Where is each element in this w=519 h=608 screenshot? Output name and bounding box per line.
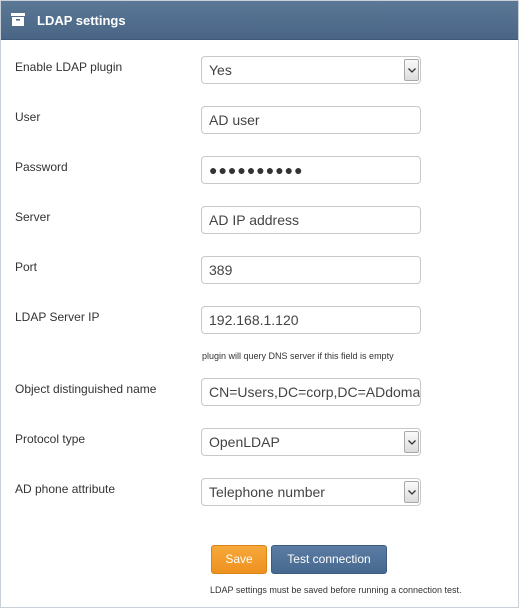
ldap-server-ip-hint: plugin will query DNS server if this fie… [202, 351, 394, 361]
save-button[interactable]: Save [211, 545, 267, 574]
protocol-type-value: OpenLDAP [209, 434, 280, 450]
enable-ldap-select[interactable]: Yes [201, 56, 421, 84]
user-label: User [15, 110, 41, 124]
port-input[interactable]: 389 [201, 256, 421, 284]
password-input[interactable]: ●●●●●●●●●● [201, 156, 421, 184]
user-input[interactable]: AD user [201, 106, 421, 134]
server-label: Server [15, 210, 51, 224]
save-before-test-note: LDAP settings must be saved before runni… [210, 585, 462, 595]
archive-box-icon [11, 13, 25, 26]
dn-input[interactable]: CN=Users,DC=corp,DC=ADdomain [201, 378, 421, 406]
ad-phone-attribute-select[interactable]: Telephone number [201, 478, 421, 506]
server-input[interactable]: AD IP address [201, 206, 421, 234]
ldap-server-ip-label: LDAP Server IP [15, 310, 100, 324]
chevron-down-icon[interactable] [404, 59, 419, 81]
dn-label: Object distinguished name [15, 382, 157, 396]
ldap-settings-panel: LDAP settings Enable LDAP plugin Yes Use… [0, 0, 519, 608]
password-label: Password [15, 160, 68, 174]
ad-phone-attribute-value: Telephone number [209, 484, 325, 500]
panel-title: LDAP settings [37, 13, 126, 28]
ldap-server-ip-input[interactable]: 192.168.1.120 [201, 306, 421, 334]
protocol-type-label: Protocol type [15, 432, 86, 446]
port-label: Port [15, 260, 38, 274]
enable-ldap-label: Enable LDAP plugin [15, 60, 123, 74]
ad-phone-attribute-label: AD phone attribute [15, 482, 116, 496]
panel-header: LDAP settings [1, 1, 518, 40]
enable-ldap-value: Yes [209, 62, 232, 78]
chevron-down-icon[interactable] [404, 481, 419, 503]
test-connection-button[interactable]: Test connection [271, 545, 387, 574]
protocol-type-select[interactable]: OpenLDAP [201, 428, 421, 456]
chevron-down-icon[interactable] [404, 431, 419, 453]
